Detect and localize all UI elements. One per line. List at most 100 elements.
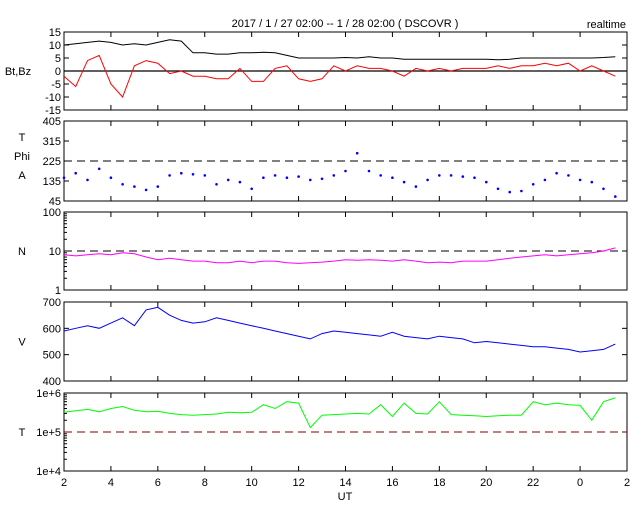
panel-n: 100 10 1 N <box>18 207 628 297</box>
y-tick-label: 1e+6 <box>36 388 61 400</box>
y-tick-label: 1e+4 <box>36 466 61 478</box>
panel-frame <box>63 301 628 382</box>
data-point <box>168 174 171 177</box>
data-point <box>86 178 89 182</box>
data-point <box>191 173 195 176</box>
chart-title: 2017 / 1 / 27 02:00 -- 1 / 28 02:00 ( DS… <box>232 18 459 30</box>
y-tick-label: 600 <box>43 323 61 335</box>
data-point <box>531 183 535 186</box>
x-tick-label: 22 <box>527 477 539 489</box>
y-tick-label: 10 <box>49 40 61 52</box>
data-point <box>133 185 136 188</box>
data-point <box>555 171 558 175</box>
data-point <box>438 174 441 177</box>
data-point <box>97 167 101 171</box>
data-point <box>567 174 570 177</box>
y-tick-label: 0 <box>55 66 61 78</box>
y-tick-label: 700 <box>43 297 61 309</box>
y-tick-label: 1e+5 <box>36 427 61 439</box>
realtime-badge: realtime <box>587 19 626 31</box>
x-axis-label: UT <box>338 491 353 503</box>
y-axis-label: Bt,Bz <box>5 66 31 78</box>
panel-v: 700 600 500 400 V <box>18 297 628 388</box>
data-point <box>203 174 207 177</box>
data-point <box>449 174 453 177</box>
x-tick-label: 4 <box>108 477 114 489</box>
solar-wind-chart: 2017 / 1 / 27 02:00 -- 1 / 28 02:00 ( DS… <box>5 18 630 503</box>
data-point <box>614 195 617 198</box>
data-point <box>379 174 383 177</box>
x-tick-label: 20 <box>480 477 492 489</box>
data-point <box>414 185 418 188</box>
y-tick-label: 100 <box>43 207 61 219</box>
data-point <box>262 176 265 179</box>
x-tick-label: 2 <box>61 477 67 489</box>
data-point <box>109 176 113 179</box>
x-tick-label: 12 <box>292 477 304 489</box>
y-axis-label: T <box>19 132 26 144</box>
data-point <box>590 180 594 184</box>
y-tick-label: 5 <box>55 53 61 65</box>
data-point <box>485 180 488 184</box>
y-axis-label: N <box>18 246 26 258</box>
data-point <box>180 171 183 175</box>
y-axis-label: A <box>18 170 26 182</box>
series-bz-line <box>63 54 616 98</box>
x-tick-label: 6 <box>155 477 161 489</box>
data-point <box>156 185 160 188</box>
y-tick-label: -10 <box>45 92 61 104</box>
x-tick-label: 10 <box>246 477 258 489</box>
y-axis-label: Phi <box>14 151 30 163</box>
y-tick-label: 1 <box>55 285 61 297</box>
data-point <box>520 189 523 193</box>
data-point <box>391 176 394 179</box>
panel-bt: 151050-5-10-15Bt,Bz <box>5 27 628 117</box>
data-point <box>215 183 218 186</box>
x-tick-label: 16 <box>386 477 398 489</box>
data-point <box>355 151 359 155</box>
data-point <box>426 178 429 182</box>
data-point <box>508 190 512 194</box>
data-point <box>461 175 465 178</box>
series-n-line <box>63 247 616 264</box>
x-tick-label: 2 <box>624 477 630 489</box>
x-tick-label: 8 <box>202 477 208 489</box>
y-tick-label: 315 <box>43 136 61 148</box>
data-point <box>273 174 277 177</box>
chart-window: 2017 / 1 / 27 02:00 -- 1 / 28 02:00 ( DS… <box>0 0 640 512</box>
y-tick-label: 10 <box>49 246 61 258</box>
data-point <box>226 178 230 182</box>
y-tick-label: 405 <box>43 116 61 128</box>
data-point <box>344 169 347 173</box>
panel-tp: 1e+6 1e+5 1e+4 T <box>19 388 628 478</box>
data-point <box>602 187 605 191</box>
series-v-line <box>63 306 616 353</box>
y-tick-label: 15 <box>49 27 61 39</box>
data-point <box>402 180 406 184</box>
data-point <box>367 169 371 173</box>
y-tick-label: 225 <box>43 156 61 168</box>
series-tp-line <box>63 397 616 429</box>
data-point <box>320 177 324 181</box>
data-point <box>121 183 124 186</box>
data-point <box>543 178 547 182</box>
data-point <box>238 180 242 184</box>
data-point <box>309 178 312 182</box>
series-bt-line <box>63 39 616 61</box>
y-tick-label: 400 <box>43 376 61 388</box>
y-tick-label: -5 <box>51 79 61 91</box>
data-point <box>578 178 582 182</box>
data-point <box>62 176 66 179</box>
x-tick-label: 14 <box>339 477 351 489</box>
y-axis-label: T <box>19 427 26 439</box>
y-tick-label: 135 <box>43 176 61 188</box>
panel-phi: 40531522513545TPhiA <box>14 116 628 208</box>
data-point <box>496 187 500 191</box>
x-tick-label: 18 <box>433 477 445 489</box>
y-axis-label: V <box>18 337 26 349</box>
y-tick-label: 500 <box>43 350 61 362</box>
series-phi <box>62 151 617 198</box>
x-tick-label: 0 <box>577 477 583 489</box>
data-point <box>250 187 253 191</box>
data-point <box>285 176 289 179</box>
